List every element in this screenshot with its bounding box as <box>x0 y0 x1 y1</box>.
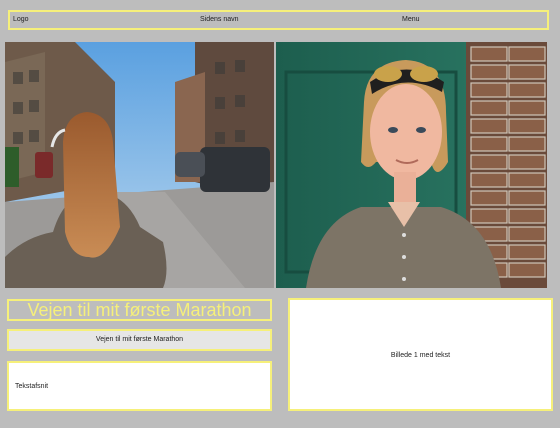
logo[interactable]: Logo <box>13 16 29 23</box>
photo-gallery <box>5 42 547 288</box>
image-with-text-box: Billede 1 med tekst <box>288 298 553 411</box>
site-name: Sidens navn <box>200 16 239 23</box>
text-section-label: Tekstafsnit <box>15 383 49 390</box>
photo-girl-portrait <box>276 42 547 288</box>
page-heading: Vejen til mit første Marathon <box>7 299 272 321</box>
text-section: Tekstafsnit <box>7 361 272 411</box>
menu-button[interactable]: Menu <box>402 16 420 23</box>
image-with-text-label: Billede 1 med tekst <box>390 352 451 359</box>
photo-runner-back-street <box>5 42 274 288</box>
top-navigation-bar: Logo Sidens navn Menu <box>8 10 549 30</box>
subheading: Vejen til mit første Marathon <box>7 329 272 351</box>
